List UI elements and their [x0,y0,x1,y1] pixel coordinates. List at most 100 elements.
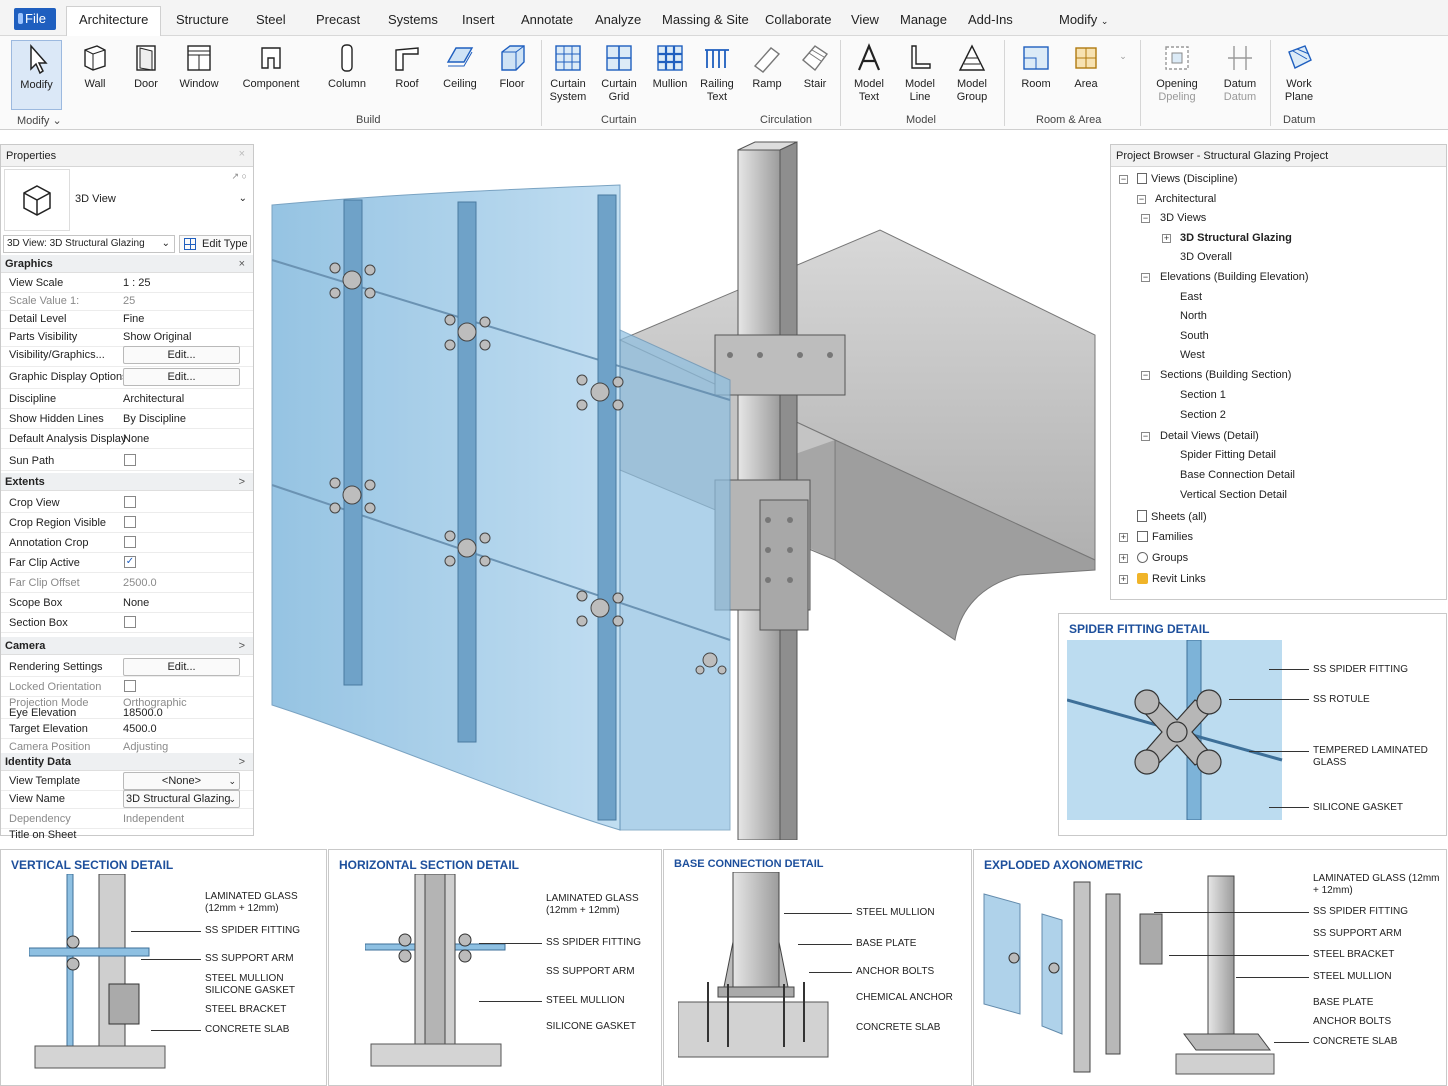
expand-icon[interactable]: + [1119,575,1128,584]
prop-scope-box[interactable]: Scope Box None [1,593,253,613]
model-group-button[interactable]: Model Group [948,40,996,104]
collapse-icon[interactable]: − [1119,175,1128,184]
tab-annotate[interactable]: Annotate [521,8,573,32]
view-template-select[interactable]: <None> ⌄ [123,772,240,790]
tab-view[interactable]: View [851,8,879,32]
room-button[interactable]: Room [1014,40,1058,91]
prop-parts-visibility[interactable]: Parts Visibility Show Original [1,327,253,347]
prop-target-elevation[interactable]: Target Elevation 4500.0 [1,719,253,739]
section-camera[interactable]: Camera > [1,637,253,655]
tree-3d-structural-glazing[interactable]: 3D Structural Glazing [1180,232,1292,244]
tree-spider-fitting-detail[interactable]: Spider Fitting Detail [1180,449,1276,461]
type-dropdown-chevron-icon[interactable]: ⌄ [239,193,247,204]
expand-icon[interactable]: > [239,473,245,491]
curtain-system-button[interactable]: Curtain System [546,40,590,104]
tree-north[interactable]: North [1180,310,1207,322]
expand-icon[interactable]: + [1162,234,1171,243]
collapse-icon[interactable]: × [239,255,245,273]
tree-revit-links[interactable]: Revit Links [1137,573,1206,585]
window-button[interactable]: Window [176,40,222,91]
tree-south[interactable]: South [1180,330,1209,342]
tree-section-2[interactable]: Section 2 [1180,409,1226,421]
section-box-checkbox[interactable] [124,616,136,628]
view-name-input[interactable]: 3D Structural Glazing ⌄ [123,790,240,808]
section-graphics[interactable]: Graphics × [1,255,253,273]
tree-families[interactable]: Families [1137,531,1193,543]
tree-sheets[interactable]: Sheets (all) [1137,510,1207,523]
curtain-grid-button[interactable]: Curtain Grid [598,40,640,104]
opening-button[interactable]: Opening Dpeling [1150,40,1204,104]
area-button[interactable]: Area [1066,40,1106,91]
tab-massing-site[interactable]: Massing & Site [662,8,749,32]
tree-groups[interactable]: Groups [1137,552,1188,564]
prop-view-scale[interactable]: View Scale 1 : 25 [1,273,253,293]
tab-insert[interactable]: Insert [462,8,495,32]
tree-views[interactable]: Views (Discipline) [1137,173,1238,185]
pin-icon[interactable]: ↗ ○ [232,171,247,182]
tab-steel[interactable]: Steel [256,8,286,32]
prop-discipline[interactable]: Discipline Architectural [1,389,253,409]
model-text-button[interactable]: Model Text [846,40,892,104]
visibility-graphics-edit-button[interactable]: Edit... [123,346,240,364]
tab-architecture[interactable]: Architecture [66,6,162,37]
floor-button[interactable]: Floor [494,40,530,91]
prop-value-eye-elevation[interactable]: 18500.0 [123,707,163,719]
tree-sections[interactable]: Sections (Building Section) [1160,369,1291,381]
ceiling-button[interactable]: Ceiling [440,40,480,91]
prop-default-analysis[interactable]: Default Analysis Display None [1,429,253,449]
model-line-button[interactable]: Model Line [898,40,942,104]
tab-manage[interactable]: Manage [900,8,947,32]
tab-structure[interactable]: Structure [176,8,229,32]
far-clip-checkbox[interactable]: ✓ [124,556,136,568]
tree-elevations[interactable]: Elevations (Building Elevation) [1160,271,1309,283]
tree-detail-views[interactable]: Detail Views (Detail) [1160,430,1259,442]
tree-vertical-section-detail[interactable]: Vertical Section Detail [1180,489,1287,501]
railing-button[interactable]: Railing Text [696,40,738,104]
tab-modify[interactable]: Modify ⌄ [1059,8,1108,32]
close-icon[interactable]: × [239,148,245,160]
tab-systems[interactable]: Systems [388,8,438,32]
locked-orientation-checkbox[interactable] [124,680,136,692]
tab-collaborate[interactable]: Collaborate [765,8,832,32]
modify-button[interactable]: Modify [11,40,62,110]
tree-3d-views[interactable]: 3D Views [1160,212,1206,224]
component-button[interactable]: Component [238,40,304,91]
section-extents[interactable]: Extents > [1,473,253,491]
room-area-dropdown[interactable]: ⌄ [1116,50,1130,63]
collapse-icon[interactable]: − [1141,371,1150,380]
collapse-icon[interactable]: − [1141,432,1150,441]
file-tab[interactable]: File [14,8,56,30]
tree-3d-overall[interactable]: 3D Overall [1180,251,1232,263]
column-button[interactable]: Column [324,40,370,91]
tree-base-connection-detail[interactable]: Base Connection Detail [1180,469,1295,481]
tab-analyze[interactable]: Analyze [595,8,641,32]
expand-icon[interactable]: + [1119,554,1128,563]
tree-east[interactable]: East [1180,291,1202,303]
tab-precast[interactable]: Precast [316,8,360,32]
expand-icon[interactable]: > [239,753,245,771]
tree-architectural[interactable]: Architectural [1155,193,1216,205]
instance-selector[interactable]: 3D View: 3D Structural Glazing ⌄ [3,235,175,253]
mullion-button[interactable]: Mullion [650,40,690,91]
door-button[interactable]: Door [125,40,167,91]
tree-section-1[interactable]: Section 1 [1180,389,1226,401]
roof-button[interactable]: Roof [388,40,426,91]
stair-button[interactable]: Stair [795,40,835,91]
graphic-display-edit-button[interactable]: Edit... [123,368,240,386]
section-identity-data[interactable]: Identity Data > [1,753,253,771]
work-plane-button[interactable]: Work Plane [1278,40,1320,104]
tab-add-ins[interactable]: Add-Ins [968,8,1013,32]
3d-model-viewport[interactable] [260,140,1105,840]
collapse-icon[interactable]: − [1141,214,1150,223]
crop-region-checkbox[interactable] [124,516,136,528]
datum-button[interactable]: Datum Datum [1218,40,1262,104]
prop-detail-level[interactable]: Detail Level Fine [1,309,253,329]
prop-show-hidden-lines[interactable]: Show Hidden Lines By Discipline [1,409,253,429]
edit-type-button[interactable]: Edit Type [179,235,251,253]
sun-path-checkbox[interactable] [124,454,136,466]
tree-west[interactable]: West [1180,349,1205,361]
collapse-icon[interactable]: − [1137,195,1146,204]
crop-view-checkbox[interactable] [124,496,136,508]
wall-button[interactable]: Wall [74,40,116,91]
expand-icon[interactable]: + [1119,533,1128,542]
